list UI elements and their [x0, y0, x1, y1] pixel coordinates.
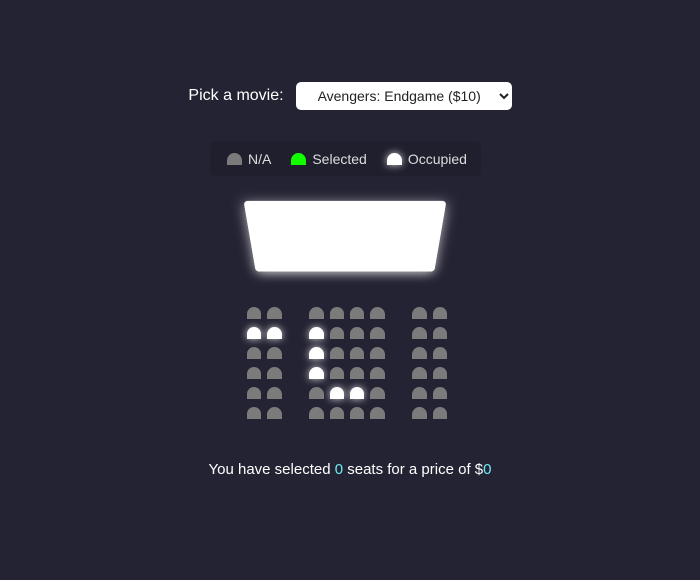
seat-available[interactable] [370, 347, 385, 359]
legend-occupied-label: Occupied [407, 150, 467, 167]
seat-available[interactable] [309, 407, 324, 419]
seat-occupied [309, 367, 324, 379]
seat-available[interactable] [412, 307, 427, 319]
legend-na: N/A [227, 151, 271, 167]
seat-available[interactable] [432, 367, 447, 379]
aisle-gap [391, 347, 406, 359]
summary-prefix: You have selected [208, 461, 331, 478]
movie-picker: Pick a movie: Avengers: Endgame ($10) [0, 82, 700, 110]
seat-available[interactable] [412, 387, 427, 399]
legend-na-label: N/A [248, 150, 272, 167]
seat-occupied [247, 327, 262, 339]
na-seat-icon [227, 152, 242, 165]
seat-available[interactable] [309, 387, 324, 399]
aisle-gap [288, 387, 303, 399]
seat-available[interactable] [432, 387, 447, 399]
seat-available[interactable] [267, 407, 282, 419]
seat-available[interactable] [309, 307, 324, 319]
legend-occupied: Occupied [386, 150, 467, 167]
seat-occupied [329, 387, 344, 399]
seat-available[interactable] [247, 307, 262, 319]
aisle-gap [391, 387, 406, 399]
selected-count: 0 [334, 461, 344, 478]
seat-row [247, 387, 447, 399]
seat-available[interactable] [432, 327, 447, 339]
seat-available[interactable] [432, 347, 447, 359]
seat-available[interactable] [412, 347, 427, 359]
summary-middle: seats for a price of $ [347, 461, 484, 478]
aisle-gap [288, 407, 303, 419]
aisle-gap [391, 367, 406, 379]
seat-row [247, 347, 447, 359]
seat-available[interactable] [432, 307, 447, 319]
seat-available[interactable] [370, 307, 385, 319]
aisle-gap [391, 327, 406, 339]
seat-available[interactable] [350, 347, 365, 359]
seat-available[interactable] [247, 387, 262, 399]
seat-available[interactable] [247, 367, 262, 379]
seat-row [247, 407, 447, 419]
seat-row [247, 367, 447, 379]
movie-select[interactable]: Avengers: Endgame ($10) [295, 82, 512, 110]
seat-available[interactable] [329, 367, 344, 379]
seat-available[interactable] [412, 367, 427, 379]
seat-available[interactable] [412, 327, 427, 339]
seat-available[interactable] [370, 387, 385, 399]
seat-available[interactable] [267, 387, 282, 399]
seat-available[interactable] [350, 367, 365, 379]
aisle-gap [288, 347, 303, 359]
aisle-gap [391, 407, 406, 419]
movie-label: Pick a movie: [188, 87, 284, 104]
seat-legend: N/A Selected Occupied [210, 141, 481, 176]
occupied-seat-icon [386, 152, 402, 165]
seat-available[interactable] [432, 407, 447, 419]
selection-summary: You have selected 0 seats for a price of… [0, 461, 700, 478]
seat-available[interactable] [370, 367, 385, 379]
seat-available[interactable] [267, 307, 282, 319]
aisle-gap [288, 367, 303, 379]
seat-occupied [350, 387, 365, 399]
seat-available[interactable] [370, 327, 385, 339]
seat-available[interactable] [350, 307, 365, 319]
seat-row [247, 307, 447, 319]
aisle-gap [288, 307, 303, 319]
seat-available[interactable] [267, 367, 282, 379]
seat-available[interactable] [329, 407, 344, 419]
legend-selected: Selected [291, 150, 367, 167]
seat-available[interactable] [267, 347, 282, 359]
seat-available[interactable] [412, 407, 427, 419]
seat-occupied [309, 347, 324, 359]
movie-screen [243, 200, 447, 272]
total-price: 0 [483, 461, 492, 478]
seat-occupied [309, 327, 324, 339]
seat-available[interactable] [350, 407, 365, 419]
seat-available[interactable] [247, 347, 262, 359]
seat-available[interactable] [247, 407, 262, 419]
seat-occupied [267, 327, 282, 339]
legend-selected-label: Selected [312, 150, 367, 167]
aisle-gap [391, 307, 406, 319]
seat-available[interactable] [350, 327, 365, 339]
seat-available[interactable] [329, 327, 344, 339]
aisle-gap [288, 327, 303, 339]
seat-row [247, 327, 447, 339]
seat-available[interactable] [329, 307, 344, 319]
seat-available[interactable] [370, 407, 385, 419]
seat-available[interactable] [329, 347, 344, 359]
selected-seat-icon [291, 152, 307, 165]
seat-grid [247, 307, 447, 419]
